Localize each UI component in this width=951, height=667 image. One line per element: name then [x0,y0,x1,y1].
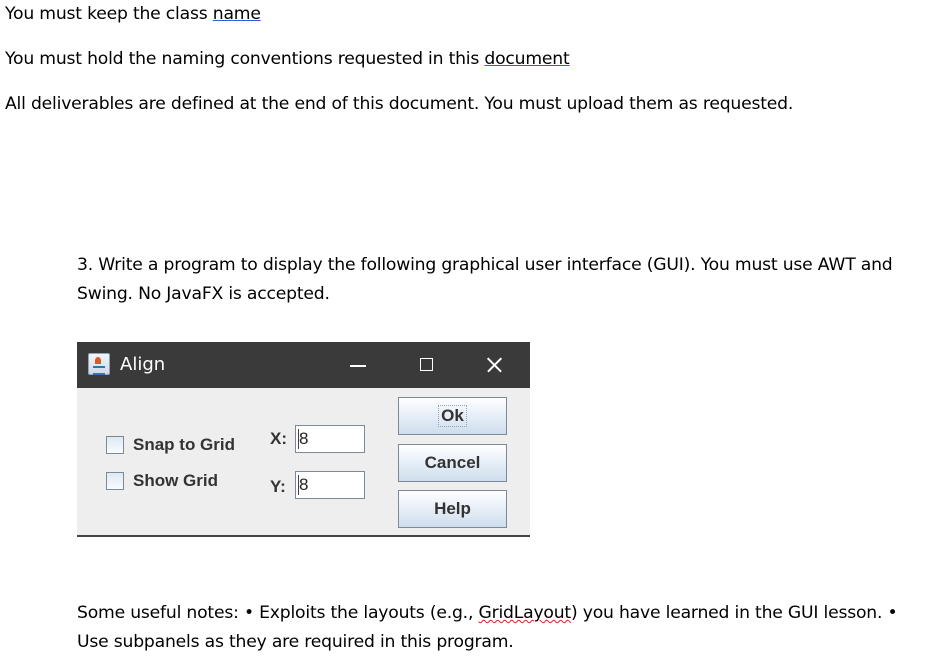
doc-line-class-name: You must keep the class name [5,4,261,24]
checkbox-label: Snap to Grid [133,435,235,455]
question-line-2: Swing. No JavaFX is accepted. [77,284,330,304]
notes-line-1: Some useful notes: • Exploits the layout… [77,603,897,623]
dialog-bottom-border [77,535,530,537]
checkbox-box[interactable] [106,472,124,490]
y-label: Y: [270,477,286,497]
close-icon[interactable] [461,342,527,388]
x-field[interactable]: 8 [295,425,365,453]
doc-line-deliverables: All deliverables are defined at the end … [5,94,793,114]
name-link[interactable]: name [213,4,261,24]
minimize-icon[interactable] [324,342,390,388]
doc-text: ) you have learned in the GUI lesson. • [571,603,898,623]
snap-to-grid-checkbox[interactable]: Snap to Grid [106,435,235,455]
java-cup-icon [88,353,110,375]
ok-button[interactable]: Ok [398,397,507,435]
help-button[interactable]: Help [398,490,507,528]
title-bar: Align [77,342,530,388]
x-label: X: [270,429,287,449]
show-grid-checkbox[interactable]: Show Grid [106,471,218,491]
maximize-icon[interactable] [393,342,459,388]
checkbox-box[interactable] [106,436,124,454]
question-line-1: 3. Write a program to display the follow… [77,255,893,275]
checkbox-label: Show Grid [133,471,218,491]
align-dialog-screenshot: Align Snap to Grid Show Grid X: 8 Y: 8 O… [77,342,530,537]
doc-text: Some useful notes: • Exploits the layout… [77,603,478,623]
dialog-title: Align [120,354,165,375]
ok-label: Ok [438,405,467,427]
document-link[interactable]: document [484,49,569,69]
doc-text: You must hold the naming conventions req… [5,49,484,69]
spellcheck-flagged-word[interactable]: GridLayout [478,603,571,623]
notes-line-2: Use subpanels as they are required in th… [77,632,514,652]
y-field[interactable]: 8 [295,471,365,499]
doc-line-naming: You must hold the naming conventions req… [5,49,570,69]
cancel-button[interactable]: Cancel [398,444,507,482]
doc-text: You must keep the class [5,4,213,24]
